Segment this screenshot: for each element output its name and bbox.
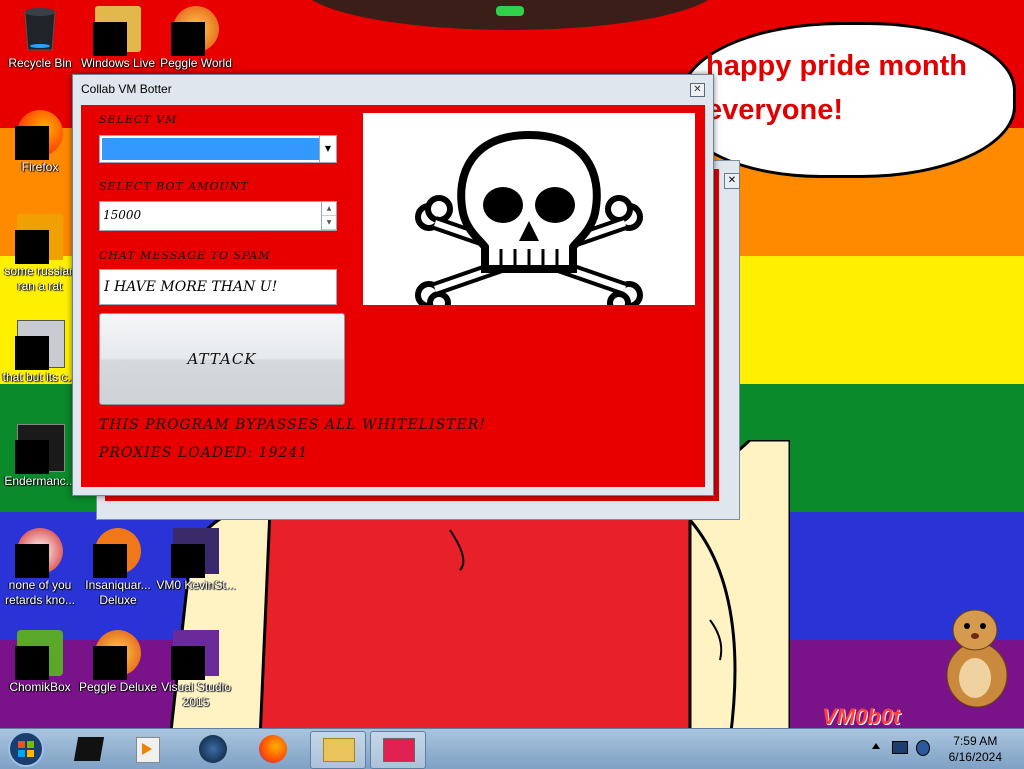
chevron-down-icon[interactable]: ▼ bbox=[319, 136, 336, 162]
redacted-icon-block bbox=[15, 336, 49, 370]
taskbar-app-firefox[interactable] bbox=[246, 731, 300, 767]
window-title: Collab VM Botter bbox=[81, 82, 172, 96]
desktop-icon-label: VM0 KevinSt... bbox=[156, 578, 236, 592]
speech-bubble-text: happy pride month everyone! bbox=[706, 44, 996, 132]
redacted-icon-block bbox=[15, 126, 49, 160]
clock-time: 7:59 AM bbox=[953, 734, 998, 748]
play-icon bbox=[142, 743, 152, 755]
redacted-icon-block bbox=[171, 22, 205, 56]
select-vm-dropdown[interactable]: ▼ bbox=[99, 135, 337, 163]
volume-icon[interactable] bbox=[916, 740, 930, 756]
desktop-icon-label: Endermanc... bbox=[4, 474, 76, 488]
desktop-icon-label: none of you retards kno... bbox=[4, 578, 76, 607]
desktop-icon-label: Insaniquar... Deluxe bbox=[85, 578, 151, 607]
taskbar-app-terminal[interactable] bbox=[62, 731, 116, 767]
desktop-icon-label: Peggle Deluxe bbox=[78, 680, 158, 694]
taskbar-app-botter[interactable] bbox=[370, 731, 426, 769]
window-close-button[interactable]: ✕ bbox=[690, 83, 705, 97]
firefox-icon bbox=[259, 735, 287, 763]
collab-vm-botter-window[interactable]: Collab VM Botter ✕ SELECT VM ▼ SELECT BO… bbox=[72, 74, 714, 496]
clock[interactable]: 7:59 AM 6/16/2024 bbox=[949, 733, 1002, 765]
redacted-icon-block bbox=[93, 544, 127, 578]
redacted-icon-block bbox=[171, 646, 205, 680]
taskbar-app-explorer[interactable] bbox=[310, 731, 366, 769]
recycle-bin-icon bbox=[24, 8, 56, 51]
redacted-icon-block bbox=[15, 646, 49, 680]
proxies-loaded-text: PROXIES LOADED: 19241 bbox=[99, 445, 309, 461]
desktop-icon-label: Firefox bbox=[21, 160, 59, 174]
desktop-icon-label: Windows Live bbox=[80, 56, 156, 70]
desktop-icon-label: ChomikBox bbox=[9, 680, 71, 694]
stepper-down-icon[interactable]: ▼ bbox=[322, 216, 336, 230]
start-button[interactable] bbox=[4, 730, 48, 768]
desktop-icon-label: some russian ran a rat bbox=[4, 264, 76, 293]
chat-message-value[interactable]: I HAVE MORE THAN U! bbox=[104, 279, 277, 295]
select-vm-label: SELECT VM bbox=[99, 113, 178, 126]
bot-amount-stepper[interactable]: 15000 ▲ ▼ bbox=[99, 201, 337, 231]
stepper-buttons[interactable]: ▲ ▼ bbox=[321, 202, 336, 230]
background-window-close-button[interactable]: ✕ bbox=[724, 173, 740, 189]
terminal-icon bbox=[73, 737, 105, 761]
desktop-icon-label: Peggle World bbox=[160, 56, 232, 70]
network-icon bbox=[199, 735, 227, 763]
redacted-icon-block bbox=[93, 646, 127, 680]
clock-date: 6/16/2024 bbox=[948, 750, 1002, 764]
redacted-icon-block bbox=[15, 230, 49, 264]
chat-message-input[interactable]: I HAVE MORE THAN U! bbox=[99, 269, 337, 305]
show-hidden-icons-icon[interactable] bbox=[872, 743, 880, 749]
bot-amount-value[interactable]: 15000 bbox=[103, 208, 141, 222]
attack-button[interactable]: ATTACK bbox=[99, 313, 345, 405]
chat-message-label: CHAT MESSAGE TO SPAM bbox=[99, 249, 271, 262]
folder-icon bbox=[323, 738, 355, 762]
desktop-icon-label: Recycle Bin bbox=[8, 56, 72, 70]
wallpaper-watermark: VM0b0t bbox=[822, 704, 901, 729]
speech-line: happy pride month everyone! bbox=[706, 50, 967, 126]
skull-picture bbox=[363, 113, 695, 315]
taskbar-app-network[interactable] bbox=[186, 731, 240, 767]
window-client-area: SELECT VM ▼ SELECT BOT AMOUNT 15000 ▲ ▼ … bbox=[81, 105, 705, 487]
monitor-icon[interactable] bbox=[892, 741, 908, 754]
redacted-icon-block bbox=[93, 22, 127, 56]
hamster-icon bbox=[946, 609, 1008, 708]
bypass-text: THIS PROGRAM BYPASSES ALL WHITELISTER! bbox=[99, 417, 486, 433]
app-window-icon bbox=[383, 738, 415, 762]
system-tray: 7:59 AM 6/16/2024 bbox=[868, 729, 1024, 769]
desktop-icon-label: that but its c... bbox=[2, 370, 78, 384]
redacted-icon-block bbox=[171, 544, 205, 578]
skull-crossbones-icon bbox=[415, 130, 643, 315]
redacted-icon-block bbox=[15, 440, 49, 474]
bot-amount-label: SELECT BOT AMOUNT bbox=[99, 180, 249, 193]
stepper-up-icon[interactable]: ▲ bbox=[322, 202, 336, 216]
redacted-icon-block bbox=[15, 544, 49, 578]
taskbar: 7:59 AM 6/16/2024 bbox=[0, 728, 1024, 769]
desktop-icon-label: Visual Studio 2015 bbox=[161, 680, 231, 709]
taskbar-app-media-player[interactable] bbox=[120, 731, 174, 767]
